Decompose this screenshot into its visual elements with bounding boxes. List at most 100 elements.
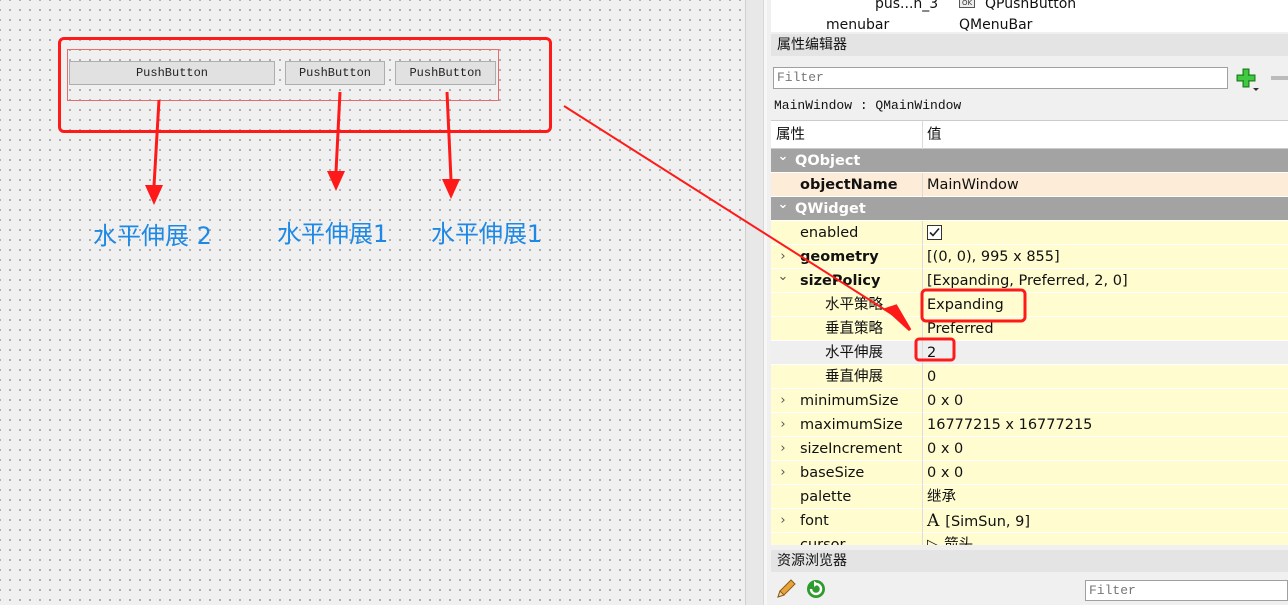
property-row[interactable]: enabled [771, 221, 1288, 245]
annotation-label-stretch-1b: 水平伸展1 [431, 220, 543, 248]
property-row[interactable]: 垂直伸展 0 [771, 365, 1288, 389]
column-header-property[interactable]: 属性 [771, 121, 923, 149]
pencil-icon[interactable] [775, 578, 797, 600]
property-value-text: Expanding [927, 297, 1004, 313]
property-name-label: 垂直策略 [825, 321, 883, 337]
property-row[interactable]: cursor ▷ 箭头 [771, 533, 1288, 545]
property-value[interactable] [923, 221, 1288, 245]
property-row[interactable]: › minimumSize 0 x 0 [771, 389, 1288, 413]
property-value[interactable]: Expanding [923, 293, 1288, 317]
property-value-text: 2 [927, 345, 937, 361]
property-name-label: QWidget [795, 201, 866, 217]
chevron-right-icon[interactable]: › [776, 437, 790, 461]
property-value[interactable]: 16777215 x 16777215 [923, 413, 1288, 437]
property-name-label: palette [800, 489, 852, 505]
property-row[interactable]: objectName MainWindow [771, 173, 1288, 197]
property-name: › minimumSize [771, 389, 923, 413]
property-name: ⌄ QObject [771, 149, 1288, 173]
property-row[interactable]: 水平伸展 2 [771, 341, 1288, 365]
property-name-label: sizePolicy [800, 273, 881, 289]
property-value-text: 16777215 x 16777215 [927, 417, 1093, 433]
property-value-text: 箭头 [944, 537, 974, 545]
property-filter-input[interactable]: Filter [773, 67, 1228, 89]
class-line: MainWindow : QMainWindow [774, 98, 962, 113]
property-value-text: 0 x 0 [927, 441, 964, 457]
property-name-label: 水平策略 [825, 297, 883, 313]
property-row[interactable]: ⌄ QWidget [771, 197, 1288, 221]
minus-icon[interactable] [1271, 76, 1288, 80]
property-name-label: maximumSize [800, 417, 903, 433]
annotation-label-stretch-2: 水平伸展 2 [93, 222, 212, 250]
chevron-down-icon[interactable]: ⌄ [776, 149, 790, 169]
resource-toolbar: Filter [771, 572, 1288, 605]
property-name: › geometry [771, 245, 923, 269]
chevron-down-icon[interactable]: ⌄ [776, 269, 790, 289]
property-name: 垂直策略 [771, 317, 923, 341]
property-value[interactable]: 继承 [923, 485, 1288, 509]
property-row[interactable]: › baseSize 0 x 0 [771, 461, 1288, 485]
property-row[interactable]: › sizeIncrement 0 x 0 [771, 437, 1288, 461]
property-value[interactable]: 0 [923, 365, 1288, 389]
chevron-down-icon[interactable]: ⌄ [776, 197, 790, 217]
tree-row-name[interactable]: menubar [826, 17, 889, 32]
column-header-value[interactable]: 值 [923, 121, 1288, 149]
property-value[interactable]: 0 x 0 [923, 437, 1288, 461]
resource-filter-input[interactable]: Filter [1085, 580, 1288, 601]
property-value[interactable]: [Expanding, Preferred, 2, 0] [923, 269, 1288, 293]
svg-text:OK: OK [962, 0, 973, 7]
property-value[interactable]: MainWindow [923, 173, 1288, 197]
property-table[interactable]: 属性 值 ⌄ QObject objectName MainWindow ⌄ QWidge… [771, 120, 1288, 545]
property-name-label: baseSize [800, 465, 865, 481]
property-value[interactable]: 0 x 0 [923, 461, 1288, 485]
reload-icon[interactable] [805, 578, 827, 600]
property-row[interactable]: › maximumSize 16777215 x 16777215 [771, 413, 1288, 437]
property-row[interactable]: palette 继承 [771, 485, 1288, 509]
property-value[interactable]: 2 [923, 341, 1288, 365]
property-row[interactable]: › font A [SimSun, 9] [771, 509, 1288, 533]
ok-button-icon: OK [959, 0, 977, 10]
property-value[interactable]: Preferred [923, 317, 1288, 341]
property-row[interactable]: ⌄ sizePolicy [Expanding, Preferred, 2, 0] [771, 269, 1288, 293]
property-name-label: geometry [800, 249, 879, 265]
property-name: › maximumSize [771, 413, 923, 437]
object-inspector-tree[interactable]: pus...n_3 OK QPushButton menubar QMenuBa… [771, 0, 1288, 32]
property-value[interactable]: 0 x 0 [923, 389, 1288, 413]
property-name-label: QObject [795, 153, 861, 169]
property-name: enabled [771, 221, 923, 245]
chevron-right-icon[interactable]: › [776, 461, 790, 485]
property-row[interactable]: › geometry [(0, 0), 995 x 855] [771, 245, 1288, 269]
font-icon: A [927, 511, 940, 531]
property-value-text: 0 x 0 [927, 465, 964, 481]
chevron-right-icon[interactable]: › [776, 245, 790, 269]
property-row[interactable]: 水平策略 Expanding [771, 293, 1288, 317]
property-name-label: 水平伸展 [825, 345, 883, 361]
property-name-label: 垂直伸展 [825, 369, 883, 385]
resource-browser-title: 资源浏览器 [771, 550, 1288, 572]
tree-row-name[interactable]: pus...n_3 [875, 0, 938, 12]
property-name: 垂直伸展 [771, 365, 923, 389]
property-value-text: [(0, 0), 995 x 855] [927, 249, 1060, 265]
property-value-text: 0 x 0 [927, 393, 964, 409]
property-name: › sizeIncrement [771, 437, 923, 461]
property-name: palette [771, 485, 923, 509]
property-value-text: Preferred [927, 321, 994, 337]
property-name: ⌄ sizePolicy [771, 269, 923, 293]
chevron-right-icon[interactable]: › [776, 389, 790, 413]
property-name: objectName [771, 173, 923, 197]
cursor-arrow-icon: ▷ [927, 537, 939, 545]
property-name: cursor [771, 533, 923, 545]
enabled-checkbox[interactable] [927, 224, 942, 240]
property-name: › font [771, 509, 923, 533]
property-row[interactable]: ⌄ QObject [771, 149, 1288, 173]
plus-icon[interactable] [1234, 66, 1260, 92]
splitter-handle[interactable] [745, 0, 768, 605]
property-value[interactable]: [(0, 0), 995 x 855] [923, 245, 1288, 269]
property-value[interactable]: ▷ 箭头 [923, 533, 1288, 545]
chevron-right-icon[interactable]: › [776, 509, 790, 533]
property-value[interactable]: A [SimSun, 9] [923, 509, 1288, 533]
chevron-right-icon[interactable]: › [776, 413, 790, 437]
property-name-label: sizeIncrement [800, 441, 903, 457]
property-row[interactable]: 垂直策略 Preferred [771, 317, 1288, 341]
property-value-text: 0 [927, 369, 937, 385]
property-name-label: cursor [800, 537, 846, 545]
